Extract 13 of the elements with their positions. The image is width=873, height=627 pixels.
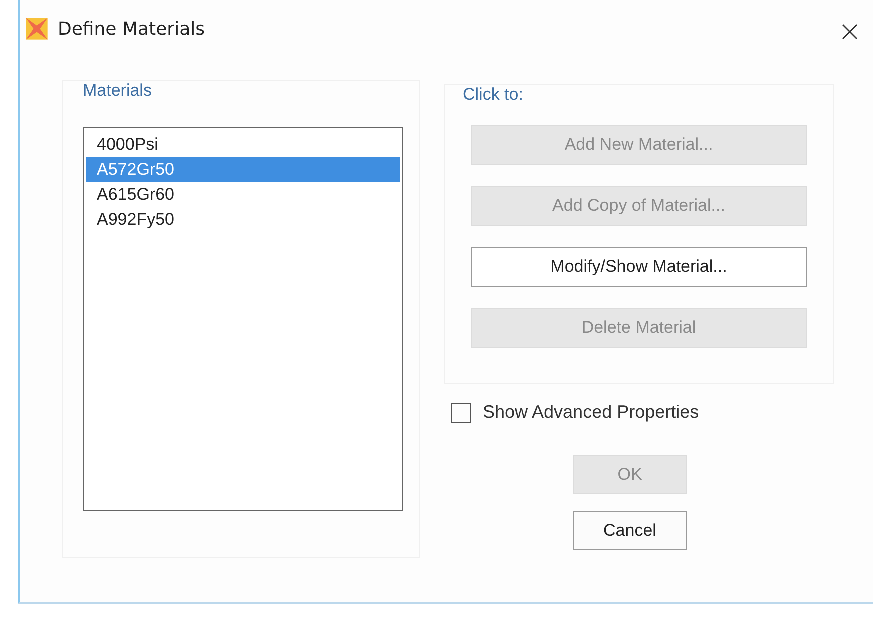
checkbox-label: Show Advanced Properties xyxy=(483,402,700,423)
list-item[interactable]: 4000Psi xyxy=(86,132,400,157)
list-item[interactable]: A615Gr60 xyxy=(86,182,400,207)
dialog-button[interactable]: Cancel xyxy=(573,511,687,550)
list-item[interactable]: A992Fy50 xyxy=(86,207,400,232)
checkbox[interactable] xyxy=(451,402,471,422)
window-title: Define Materials xyxy=(58,18,205,40)
app-logo-icon xyxy=(24,16,50,42)
action-button[interactable]: Modify/Show Material... xyxy=(471,247,807,287)
group-label: Materials xyxy=(83,81,153,101)
close-icon[interactable] xyxy=(841,23,859,41)
group-label: Click to: xyxy=(463,85,524,105)
materials-list[interactable]: 4000Psi A572Gr50 A615Gr60 A992Fy50 xyxy=(83,127,403,511)
